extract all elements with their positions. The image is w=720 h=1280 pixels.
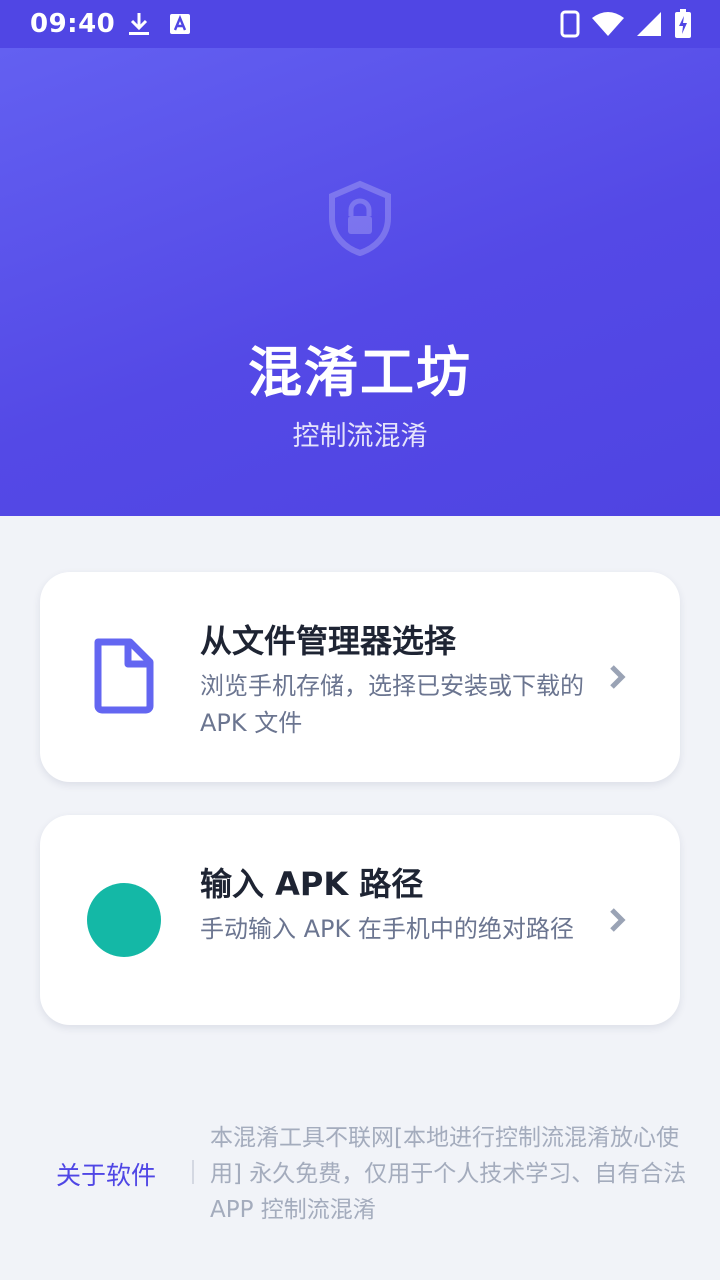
chevron-right-icon [610,665,626,689]
signal-icon [637,12,661,36]
circle-icon [87,883,161,957]
app-title: 混淆工坊 [248,341,472,404]
app-subtitle: 控制流混淆 [292,421,428,452]
text-a-icon [170,14,191,34]
footer-note: 本混淆工具不联网[本地进行控制流混淆放心使用] 永久免费，仅用于个人技术学习、自… [210,1125,687,1223]
battery-charging-icon [675,9,691,38]
status-time: 09:40 [30,9,116,39]
option-title: 输入 APK 路径 [200,865,424,903]
status-bar: 09:40 [0,0,720,48]
option-description: 手动输入 APK 在手机中的绝对路径 [200,915,574,943]
option-title: 从文件管理器选择 [200,622,457,660]
shield-lock-icon [329,180,391,256]
input-apk-path-card[interactable]: 输入 APK 路径 手动输入 APK 在手机中的绝对路径 [40,815,680,1025]
option-description: 浏览手机存储，选择已安装或下载的 APK 文件 [200,672,584,737]
about-software-link[interactable]: 关于软件 [56,1156,156,1192]
select-from-file-manager-card[interactable]: 从文件管理器选择 浏览手机存储，选择已安装或下载的 APK 文件 [40,572,680,782]
file-icon [94,638,154,714]
hero-header: 混淆工坊 控制流混淆 [0,48,720,516]
download-icon [129,13,150,35]
wifi-icon [592,12,624,36]
chevron-right-icon [610,908,626,932]
phone-icon [560,10,580,38]
footer-divider [192,1160,194,1184]
